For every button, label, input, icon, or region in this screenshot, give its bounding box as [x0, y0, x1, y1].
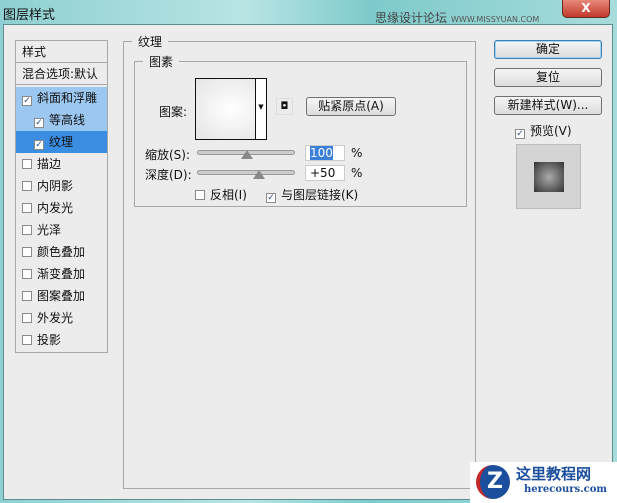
checkbox-icon[interactable]: ✓	[34, 118, 44, 128]
scale-input[interactable]: 100	[305, 145, 345, 161]
style-item[interactable]: 内发光	[16, 197, 107, 219]
scale-slider-thumb[interactable]	[241, 150, 253, 159]
scale-slider[interactable]	[197, 150, 295, 159]
site-logo: Z 这里教程网 herecours.com	[470, 462, 617, 503]
invert-checkbox[interactable]: 反相(I)	[195, 186, 247, 203]
checkbox-icon[interactable]	[22, 225, 32, 235]
style-item[interactable]: 光泽	[16, 219, 107, 241]
elements-group: 图素 图案: ▼ ◘ 贴紧原点(A) 缩放(S): 100 % 深度(D): +…	[134, 53, 467, 207]
pattern-picker[interactable]: ▼	[195, 78, 267, 140]
preview-checkbox[interactable]: ✓ 预览(V)	[515, 122, 572, 139]
style-item-label: 外发光	[37, 311, 74, 325]
checkbox-icon[interactable]: ✓	[34, 140, 44, 150]
style-item-label: 颜色叠加	[37, 245, 86, 259]
texture-group: 纹理 图素 图案: ▼ ◘ 贴紧原点(A) 缩放(S): 100 % 深度(D)…	[123, 33, 476, 489]
style-item[interactable]: 渐变叠加	[16, 263, 107, 285]
preview-label: 预览(V)	[530, 124, 572, 138]
new-style-button[interactable]: 新建样式(W)...	[494, 96, 602, 115]
checkbox-icon[interactable]	[22, 203, 32, 213]
watermark-text: 思缘设计论坛	[375, 11, 448, 25]
checkbox-icon[interactable]: ✓	[515, 129, 525, 139]
invert-label: 反相(I)	[210, 188, 247, 202]
watermark-url: WWW.MISSYUAN.COM	[451, 15, 540, 24]
style-item-label: 斜面和浮雕	[37, 91, 98, 105]
depth-slider-thumb[interactable]	[252, 170, 265, 179]
texture-title: 纹理	[132, 33, 169, 50]
ok-button[interactable]: 确定	[494, 40, 602, 59]
style-item[interactable]: 投影	[16, 329, 107, 351]
style-item-label: 等高线	[49, 113, 86, 127]
scale-label: 缩放(S):	[145, 148, 191, 162]
close-button[interactable]: X	[562, 0, 610, 18]
style-item[interactable]: 图案叠加	[16, 285, 107, 307]
checkbox-icon[interactable]	[22, 181, 32, 191]
style-item-label: 投影	[37, 333, 62, 347]
style-list: 样式 混合选项:默认 ✓ 斜面和浮雕 ✓ 等高线 ✓ 纹理描边内阴影内发光光泽颜色叠加渐变…	[15, 40, 108, 353]
window-title: 图层样式	[3, 8, 56, 23]
style-item-label: 图案叠加	[37, 289, 86, 303]
depth-input[interactable]: +50	[305, 165, 345, 181]
blend-options[interactable]: 混合选项:默认	[16, 63, 107, 85]
link-label: 与图层链接(K)	[281, 188, 359, 202]
style-item[interactable]: ✓ 斜面和浮雕	[16, 87, 107, 109]
style-item-label: 内阴影	[37, 179, 74, 193]
style-preview	[516, 144, 581, 209]
style-item-label: 描边	[37, 157, 62, 171]
checkbox-icon[interactable]: ✓	[22, 96, 32, 106]
scale-percent: %	[351, 146, 363, 160]
style-item-label: 光泽	[37, 223, 62, 237]
checkbox-icon[interactable]	[22, 159, 32, 169]
chevron-down-icon[interactable]: ▼	[255, 79, 266, 139]
elements-title: 图素	[143, 53, 180, 70]
style-item[interactable]: ✓ 纹理	[16, 131, 107, 153]
style-item[interactable]: 外发光	[16, 307, 107, 329]
pattern-label: 图案:	[159, 105, 188, 119]
depth-label: 深度(D):	[145, 168, 192, 182]
snap-to-origin-button[interactable]: 贴紧原点(A)	[306, 97, 396, 116]
style-item-label: 渐变叠加	[37, 267, 86, 281]
style-item-label: 内发光	[37, 201, 74, 215]
checkbox-icon[interactable]	[22, 313, 32, 323]
checkbox-icon[interactable]	[22, 335, 32, 345]
scale-value: 100	[310, 146, 333, 160]
style-item[interactable]: 描边	[16, 153, 107, 175]
checkbox-icon[interactable]	[195, 190, 205, 200]
link-with-layer-checkbox[interactable]: ✓ 与图层链接(K)	[266, 186, 358, 203]
depth-percent: %	[351, 166, 363, 180]
checkbox-icon[interactable]	[22, 269, 32, 279]
reset-button[interactable]: 复位	[494, 68, 602, 87]
logo-z-icon: Z	[476, 465, 510, 499]
checkbox-icon[interactable]	[22, 291, 32, 301]
styles-header[interactable]: 样式	[16, 41, 107, 63]
new-preset-icon[interactable]: ◘	[276, 98, 293, 115]
style-item[interactable]: ✓ 等高线	[16, 109, 107, 131]
preview-thumbnail	[534, 162, 564, 192]
checkbox-icon[interactable]	[22, 247, 32, 257]
checkbox-icon[interactable]: ✓	[266, 193, 276, 203]
style-item-label: 纹理	[49, 135, 74, 149]
depth-slider[interactable]	[197, 170, 295, 179]
dialog-window: 图层样式 思缘设计论坛 WWW.MISSYUAN.COM X 样式 混合选项:默认…	[0, 0, 617, 503]
logo-url: herecours.com	[524, 484, 608, 495]
logo-name: 这里教程网	[516, 465, 592, 483]
style-item[interactable]: 内阴影	[16, 175, 107, 197]
style-item[interactable]: 颜色叠加	[16, 241, 107, 263]
dialog-body: 样式 混合选项:默认 ✓ 斜面和浮雕 ✓ 等高线 ✓ 纹理描边内阴影内发光光泽颜色叠加渐变…	[3, 24, 613, 500]
